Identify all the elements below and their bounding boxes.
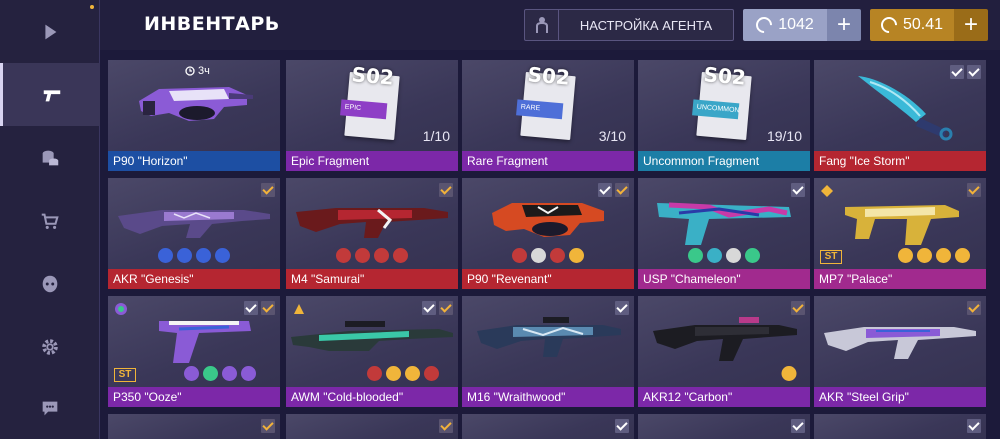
item-name: Fang "Ice Storm" bbox=[814, 151, 986, 171]
inventory-item-partial[interactable] bbox=[814, 414, 986, 439]
stickers bbox=[898, 248, 971, 263]
silver-coin-icon bbox=[752, 13, 776, 37]
stattrak-badge: ST bbox=[820, 250, 842, 264]
inventory-item-akr-steel-grip[interactable]: AKR "Steel Grip" bbox=[814, 296, 986, 407]
stattrak-badge: ST bbox=[114, 368, 136, 382]
sidebar-item-settings[interactable] bbox=[0, 315, 100, 378]
item-checkboxes bbox=[261, 419, 275, 433]
equip-ct-checkbox[interactable] bbox=[615, 419, 629, 433]
item-checkboxes bbox=[791, 419, 805, 433]
inventory-item-p90-revenant[interactable]: P90 "Revenant" bbox=[462, 178, 634, 289]
inventory-item-partial[interactable] bbox=[108, 414, 280, 439]
inventory-item-partial[interactable] bbox=[638, 414, 810, 439]
inventory-item-p350-ooze[interactable]: ST P350 "Ooze" bbox=[108, 296, 280, 407]
fragment-count: 1/10 bbox=[422, 128, 450, 144]
item-name: USP "Chameleon" bbox=[638, 269, 810, 289]
sidebar-item-play[interactable] bbox=[0, 0, 100, 63]
add-silver-button[interactable]: + bbox=[827, 9, 861, 41]
add-gold-button[interactable]: + bbox=[954, 9, 988, 41]
weapon-image bbox=[814, 296, 986, 387]
inventory-item-m16-wraithwood[interactable]: M16 "Wraithwood" bbox=[462, 296, 634, 407]
item-name: AKR "Genesis" bbox=[108, 269, 280, 289]
stickers bbox=[688, 248, 760, 263]
inventory-item-fang-ice-storm[interactable]: Fang "Ice Storm" bbox=[814, 60, 986, 171]
page-title: ИНВЕНТАРЬ bbox=[144, 13, 280, 35]
sidebar-item-shop[interactable] bbox=[0, 189, 100, 252]
item-name: P350 "Ooze" bbox=[108, 387, 280, 407]
inventory-item-awm-cold-blooded[interactable]: AWM "Cold-blooded" bbox=[286, 296, 458, 407]
sidebar-item-inventory[interactable] bbox=[0, 63, 100, 126]
inventory-item-mp7-palace[interactable]: ST MP7 "Palace" bbox=[814, 178, 986, 289]
coins-icon bbox=[42, 150, 59, 165]
item-name: MP7 "Palace" bbox=[814, 269, 986, 289]
chat-icon bbox=[42, 401, 58, 415]
equip-t-checkbox[interactable] bbox=[261, 419, 275, 433]
inventory-item-partial[interactable] bbox=[462, 414, 634, 439]
weapon-image bbox=[108, 60, 280, 151]
stickers bbox=[158, 248, 230, 263]
item-name: AWM "Cold-blooded" bbox=[286, 387, 458, 407]
inventory-item-epic-fragment[interactable]: S02 EPIC 1/10 Epic Fragment bbox=[286, 60, 458, 171]
equip-ct-checkbox[interactable] bbox=[967, 419, 981, 433]
inventory-item-rare-fragment[interactable]: S02 RARE 3/10 Rare Fragment bbox=[462, 60, 634, 171]
item-checkboxes bbox=[967, 419, 981, 433]
stickers bbox=[366, 366, 439, 381]
agent-settings-button[interactable]: НАСТРОЙКА АГЕНТА bbox=[524, 9, 734, 41]
item-name: Uncommon Fragment bbox=[638, 151, 810, 171]
item-name: M4 "Samurai" bbox=[286, 269, 458, 289]
fragment-count: 3/10 bbox=[598, 128, 626, 144]
gold-amount: 50.41 bbox=[902, 16, 944, 33]
inventory-item-m4-samurai[interactable]: M4 "Samurai" bbox=[286, 178, 458, 289]
cart-icon bbox=[41, 213, 59, 229]
fragment-count: 19/10 bbox=[766, 128, 802, 144]
item-name: P90 "Revenant" bbox=[462, 269, 634, 289]
weapon-image bbox=[814, 60, 986, 151]
gold-coin-icon bbox=[877, 13, 901, 37]
item-name: AKR "Steel Grip" bbox=[814, 387, 986, 407]
agent-settings-label: НАСТРОЙКА АГЕНТА bbox=[579, 17, 713, 33]
sidebar-item-clan[interactable] bbox=[0, 252, 100, 315]
stickers bbox=[512, 248, 584, 263]
gear-icon bbox=[42, 338, 58, 355]
sidebar-item-chat[interactable] bbox=[0, 376, 100, 439]
item-name: AKR12 "Carbon" bbox=[638, 387, 810, 407]
play-icon bbox=[45, 24, 57, 39]
clan-icon bbox=[42, 275, 58, 292]
sidebar bbox=[0, 0, 100, 439]
inventory-item-p90-horizon[interactable]: 3ч P90 "Horizon" bbox=[108, 60, 280, 171]
sidebar-item-wallet[interactable] bbox=[0, 126, 100, 189]
item-name: Epic Fragment bbox=[286, 151, 458, 171]
weapon-image bbox=[462, 296, 634, 387]
silver-amount: 1042 bbox=[778, 16, 814, 33]
agent-icon bbox=[525, 10, 559, 40]
stickers bbox=[183, 366, 256, 381]
item-checkboxes bbox=[439, 419, 453, 433]
item-checkboxes bbox=[615, 419, 629, 433]
inventory-item-partial[interactable] bbox=[286, 414, 458, 439]
equip-ct-checkbox[interactable] bbox=[791, 419, 805, 433]
gold-currency: 50.41 + bbox=[870, 9, 988, 41]
stickers bbox=[336, 248, 408, 263]
pistol-icon bbox=[43, 89, 60, 101]
equip-t-checkbox[interactable] bbox=[439, 419, 453, 433]
inventory-item-akr-genesis[interactable]: AKR "Genesis" bbox=[108, 178, 280, 289]
item-name: P90 "Horizon" bbox=[108, 151, 280, 171]
stickers bbox=[781, 366, 797, 381]
item-name: Rare Fragment bbox=[462, 151, 634, 171]
inventory-item-usp-chameleon[interactable]: USP "Chameleon" bbox=[638, 178, 810, 289]
inventory-item-uncommon-fragment[interactable]: S02 UNCOMMON 19/10 Uncommon Fragment bbox=[638, 60, 810, 171]
top-bar: ИНВЕНТАРЬ НАСТРОЙКА АГЕНТА 1042 + 50.41 … bbox=[100, 0, 1000, 50]
silver-currency: 1042 + bbox=[743, 9, 861, 41]
inventory-item-akr12-carbon[interactable]: AKR12 "Carbon" bbox=[638, 296, 810, 407]
item-name: M16 "Wraithwood" bbox=[462, 387, 634, 407]
